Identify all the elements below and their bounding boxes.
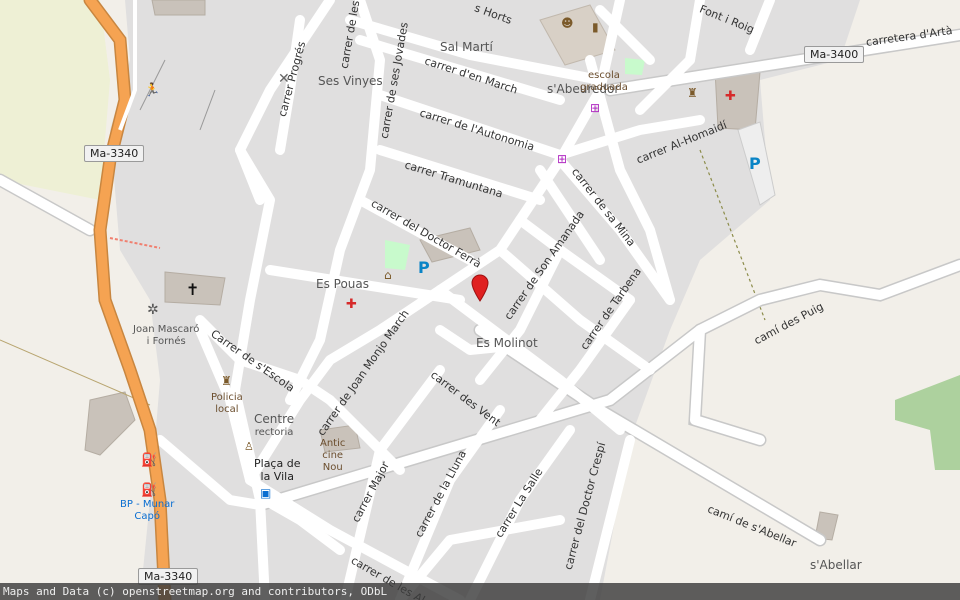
fuel-icon[interactable]: ⛽ xyxy=(141,484,157,498)
poi-escola-line2: graduada xyxy=(580,82,628,93)
poi-policia-local: Policia local xyxy=(211,392,243,416)
place-s-abellar: s'Abellar xyxy=(810,558,862,572)
police-icon[interactable]: ♜ xyxy=(221,374,232,388)
place-placa-line2: la Vila xyxy=(260,470,294,483)
hiker-icon[interactable]: 🏃 xyxy=(144,84,160,98)
place-es-pouas: Es Pouas xyxy=(316,277,370,291)
windmill-icon[interactable]: ✕ xyxy=(278,72,290,86)
route-shield-ma3400: Ma-3400 xyxy=(804,46,865,63)
place-centre-line1: Centre xyxy=(254,412,295,426)
poi-antic-cine-nou: Antic cine Nou xyxy=(320,438,345,474)
book-icon[interactable]: ▮ xyxy=(592,20,599,34)
shop-icon[interactable]: ⊞ xyxy=(557,152,567,166)
place-es-molinot: Es Molinot xyxy=(476,336,538,350)
parking-icon[interactable]: P xyxy=(418,258,430,277)
place-placa-line1: Plaça de xyxy=(254,457,301,470)
poi-policia-line1: Policia xyxy=(211,392,243,403)
poi-bp-line1: BP - Munar xyxy=(120,499,175,510)
poi-joan-line2: i Fornés xyxy=(146,336,186,347)
location-pin-icon[interactable] xyxy=(470,274,490,302)
place-placa-de-la-vila: Plaça de la Vila xyxy=(254,457,300,483)
place-centre-line2: rectoria xyxy=(254,427,294,438)
theatre-icon[interactable]: ☻ xyxy=(561,16,574,30)
poi-escola-line1: escola xyxy=(588,70,620,81)
police-icon[interactable]: ♜ xyxy=(687,86,698,100)
poi-joan-mascaro: Joan Mascaró i Fornés xyxy=(133,324,199,348)
poi-bp-line2: Capó xyxy=(134,511,160,522)
poi-cine-line2: cine xyxy=(322,450,344,461)
route-shield-ma3340-top: Ma-3340 xyxy=(84,145,145,162)
poi-policia-line2: local xyxy=(215,404,239,415)
monument-icon[interactable]: ⌂ xyxy=(384,268,392,282)
poi-cine-line3: Nou xyxy=(322,462,343,473)
bus-icon[interactable]: ▣ xyxy=(260,486,271,500)
poi-bp-munar-capo: BP - Munar Capó xyxy=(120,499,174,523)
poi-cine-line1: Antic xyxy=(320,438,346,449)
monument-icon[interactable]: ♙ xyxy=(244,440,254,454)
parking-icon[interactable]: P xyxy=(749,154,761,173)
monument-icon[interactable]: ✲ xyxy=(147,303,159,317)
place-centre-rectoria: Centre rectoria xyxy=(254,413,294,439)
pharmacy-icon[interactable]: ✚ xyxy=(725,90,736,104)
place-sal-marti: Sal Martí xyxy=(440,40,493,54)
poi-joan-line1: Joan Mascaró xyxy=(133,324,200,335)
poi-escola-graduada: escola graduada xyxy=(580,70,628,94)
fuel-icon[interactable]: ⛽ xyxy=(141,454,157,468)
church-icon[interactable]: ✝ xyxy=(186,282,199,298)
pharmacy-icon[interactable]: ✚ xyxy=(346,298,357,312)
map-attribution: Maps and Data (c) openstreetmap.org and … xyxy=(0,583,960,600)
map-view[interactable]: Ma-3340 Ma-3340 Ma-3400 s Horts Font i R… xyxy=(0,0,960,600)
place-ses-vinyes: Ses Vinyes xyxy=(318,74,383,88)
shop-icon[interactable]: ⊞ xyxy=(590,101,600,115)
